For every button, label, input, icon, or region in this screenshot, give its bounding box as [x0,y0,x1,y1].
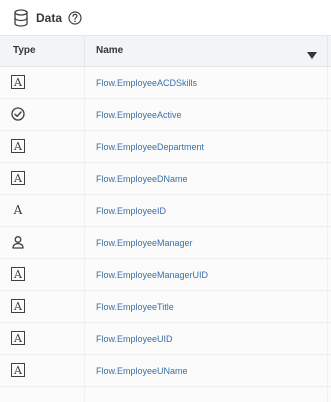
column-header-name[interactable]: Name [96,36,123,66]
variable-name[interactable]: Flow.EmployeeActive [96,99,182,131]
variable-name[interactable]: Flow.EmployeeDName [96,163,188,195]
string-type-icon: A [11,331,27,347]
table-row[interactable]: Flow.EmployeeActive [0,99,331,131]
table-row[interactable]: Flow.EmployeeManager [0,227,331,259]
cell-divider [327,291,328,323]
cell-divider [327,227,328,259]
cell-divider [84,131,85,163]
cell-divider [327,387,328,402]
cell-divider [327,131,328,163]
cell-divider [84,99,85,131]
panel-header: Data [0,0,331,35]
variable-name[interactable]: Flow.EmployeeUName [96,355,188,387]
column-divider[interactable] [327,36,328,66]
table-row[interactable]: A Flow.EmployeeUName [0,355,331,387]
cell-divider [327,355,328,387]
variable-name[interactable]: Flow.EmployeeDepartment [96,131,204,163]
boolean-type-icon [11,107,27,123]
table-row[interactable]: A Flow.EmployeeID [0,195,331,227]
cell-divider [327,163,328,195]
cell-divider [327,323,328,355]
cell-divider [84,163,85,195]
string-type-icon: A [11,363,27,379]
cell-divider [84,227,85,259]
data-panel: Data Type Name A Flow.EmployeeACDSkills [0,0,331,402]
table-row[interactable]: A Flow.EmployeeManagerUID [0,259,331,291]
cell-divider [84,291,85,323]
string-type-icon: A [11,139,27,155]
cell-divider [327,259,328,291]
variable-name[interactable]: Flow.EmployeeID [96,195,166,227]
string-type-icon: A [11,267,27,283]
table-row[interactable]: A Flow.EmployeeACDSkills [0,67,331,99]
cell-divider [84,355,85,387]
cell-divider [84,323,85,355]
table-row[interactable]: A Flow.EmployeeUID [0,323,331,355]
table-row[interactable]: A Flow.EmployeeDName [0,163,331,195]
string-plain-type-icon: A [13,203,23,217]
cell-divider [84,387,85,402]
panel-title: Data [36,10,63,25]
table-row[interactable]: A Flow.EmployeeTitle [0,291,331,323]
table-header: Type Name [0,35,331,67]
string-type-icon: A [11,75,27,91]
variable-name[interactable]: Flow.EmployeeManager [96,227,193,259]
variable-name[interactable]: Flow.EmployeeTitle [96,291,174,323]
database-icon [13,8,29,27]
table-row[interactable]: A Flow.EmployeeDepartment [0,131,331,163]
string-type-icon: A [11,171,27,187]
table-empty-area [0,387,331,402]
variable-name[interactable]: Flow.EmployeeUID [96,323,173,355]
cell-divider [84,67,85,99]
data-table-body: A Flow.EmployeeACDSkills Flow.EmployeeAc… [0,67,331,387]
variable-name[interactable]: Flow.EmployeeACDSkills [96,67,197,99]
cell-divider [84,259,85,291]
cell-divider [327,67,328,99]
user-type-icon [11,235,27,251]
cell-divider [84,195,85,227]
caret-down-icon[interactable] [306,47,318,59]
cell-divider [327,99,328,131]
help-circle-icon[interactable] [68,10,82,25]
cell-divider [327,195,328,227]
string-type-icon: A [11,299,27,315]
variable-name[interactable]: Flow.EmployeeManagerUID [96,259,208,291]
column-header-type[interactable]: Type [13,36,36,66]
column-divider[interactable] [84,36,85,66]
